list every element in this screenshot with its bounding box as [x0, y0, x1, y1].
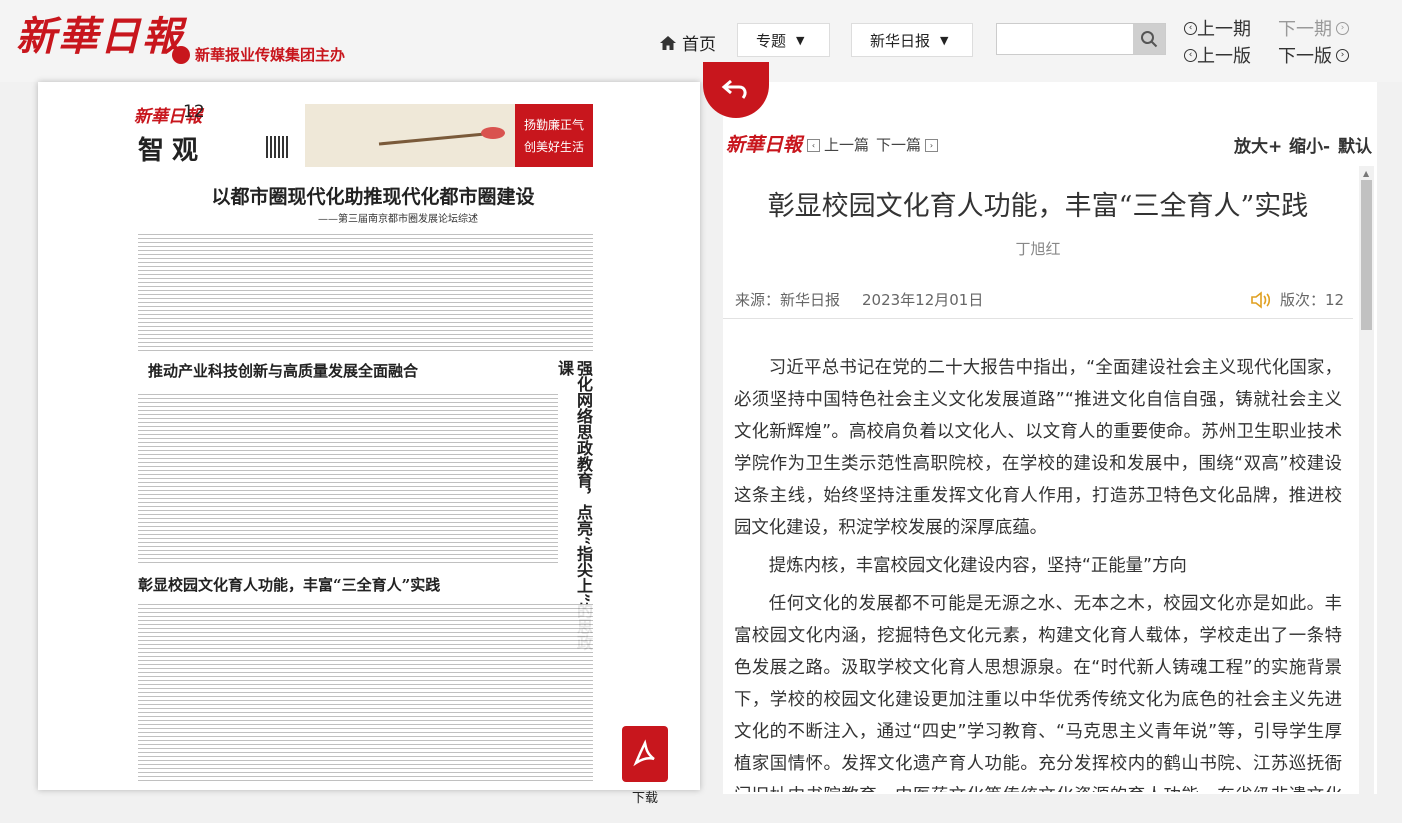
- article-subheading: 提炼内核，丰富校园文化建设内容，坚持“正能量”方向: [768, 556, 1187, 576]
- zoom-default-button[interactable]: 默认: [1338, 132, 1372, 157]
- scroll-up-arrow-icon[interactable]: ▲: [1363, 169, 1369, 178]
- article-text-block: [138, 604, 593, 784]
- speaker-icon[interactable]: [1250, 290, 1272, 309]
- chevron-left-icon: ‹: [1184, 48, 1197, 62]
- site-logo[interactable]: 新華日報: [16, 4, 184, 62]
- search-button[interactable]: [1133, 24, 1165, 54]
- chevron-right-icon: ›: [1336, 21, 1349, 35]
- headline-1-subtitle: ——第三届南京都市圈发展论坛综述: [318, 214, 478, 225]
- ad-slogan-line1: 扬勤廉正气: [523, 117, 584, 132]
- zoom-in-button[interactable]: 放大+: [1234, 132, 1282, 157]
- caret-down-icon: ▼: [940, 33, 949, 47]
- ad-slogan-line2: 创美好生活: [523, 139, 584, 154]
- pdf-download-button[interactable]: [622, 726, 668, 782]
- publisher-tagline-text: 新華报业传媒集团主办: [195, 46, 346, 64]
- nav-home-label: 首页: [682, 35, 716, 55]
- article-logo: 新華日報: [726, 134, 803, 156]
- chevron-left-icon: ‹: [807, 139, 820, 152]
- next-page-label: 下一版: [1278, 46, 1332, 67]
- ad-slogan: 扬勤廉正气 创美好生活: [515, 104, 593, 167]
- search-input[interactable]: [997, 24, 1131, 54]
- page-section-title: 智观: [138, 136, 207, 166]
- page-advertisement: 扬勤廉正气 创美好生活: [305, 104, 593, 167]
- publisher-tagline: 新華报业传媒集团主办: [172, 44, 345, 65]
- next-issue-link[interactable]: 下一期 ›: [1278, 15, 1349, 41]
- home-icon: [660, 35, 676, 50]
- article-text-block: [138, 234, 593, 352]
- chevron-right-icon: ›: [925, 139, 939, 152]
- paper-dropdown[interactable]: 新华日报 ▼: [851, 23, 973, 57]
- search-box: [996, 23, 1166, 55]
- prev-page-link[interactable]: ‹ 上一版: [1184, 42, 1251, 68]
- prev-issue-link[interactable]: ‹ 上一期: [1184, 15, 1251, 41]
- caret-down-icon: ▼: [796, 33, 805, 47]
- newspaper-page-image[interactable]: 新華日報 12 智观 扬勤廉正气 创美好生活 以都市圈现代化助推现代化都市圈建设…: [38, 82, 700, 790]
- article-date: 2023年12月01日: [862, 291, 984, 309]
- paper-dropdown-label: 新华日报: [870, 31, 931, 50]
- site-header: 新華日報 新華报业传媒集团主办 首页 专题 ▼ 新华日报 ▼ ‹ 上一期 下一期…: [0, 0, 1402, 82]
- headline-3[interactable]: 彰显校园文化育人功能，丰富“三全育人”实践: [138, 574, 440, 595]
- return-arrow-icon: [721, 79, 747, 99]
- article-text-block: [138, 394, 558, 564]
- article-scrollbar[interactable]: ▲: [1359, 166, 1374, 794]
- headline-2[interactable]: 推动产业科技创新与高质量发展全面融合: [148, 360, 418, 381]
- headline-1[interactable]: 以都市圈现代化助推现代化都市圈建设: [138, 182, 608, 209]
- next-issue-label: 下一期: [1278, 19, 1332, 40]
- publisher-seal-icon: [172, 45, 190, 64]
- page-number: 12: [183, 102, 205, 122]
- article-title: 彰显校园文化育人功能，丰富“三全育人”实践: [767, 191, 1309, 222]
- article-edition-label: 版次：12: [1280, 291, 1345, 309]
- pdf-icon: [633, 739, 655, 767]
- article-source: 来源：新华日报: [735, 291, 841, 309]
- chevron-right-icon: ›: [1336, 48, 1349, 62]
- chevron-left-icon: ‹: [1184, 21, 1197, 35]
- nav-home-link[interactable]: 首页: [660, 30, 716, 55]
- prev-issue-label: 上一期: [1197, 19, 1251, 40]
- article-paragraph: 习近平总书记在党的二十大报告中指出，“全面建设社会主义现代化国家，必须坚持中国特…: [734, 358, 1342, 538]
- next-page-link[interactable]: 下一版 ›: [1278, 42, 1349, 68]
- prev-page-label: 上一版: [1197, 46, 1251, 67]
- scrollbar-thumb[interactable]: [1361, 180, 1372, 330]
- next-article-label: 下一篇: [876, 136, 922, 154]
- download-label: 下载: [632, 791, 659, 806]
- article-author: 丁旭红: [1015, 240, 1061, 258]
- zoom-out-button[interactable]: 缩小-: [1289, 132, 1330, 157]
- topic-dropdown-label: 专题: [756, 31, 787, 50]
- prev-article-link[interactable]: ‹ 上一篇: [803, 134, 869, 155]
- topic-dropdown[interactable]: 专题 ▼: [737, 23, 830, 57]
- brush-illustration: [378, 127, 505, 146]
- article-edition: 版次：12: [1250, 289, 1344, 310]
- qr-code: [266, 136, 288, 158]
- next-article-link[interactable]: 下一篇 ›: [876, 134, 942, 155]
- search-icon: [1141, 31, 1158, 48]
- article-body: 习近平总书记在党的二十大报告中指出，“全面建设社会主义现代化国家，必须坚持中国特…: [734, 352, 1342, 792]
- prev-article-label: 上一篇: [824, 136, 870, 154]
- article-paragraph: 任何文化的发展都不可能是无源之水、无本之木，校园文化亦是如此。丰富校园文化内涵，…: [734, 594, 1342, 792]
- divider: [723, 318, 1353, 319]
